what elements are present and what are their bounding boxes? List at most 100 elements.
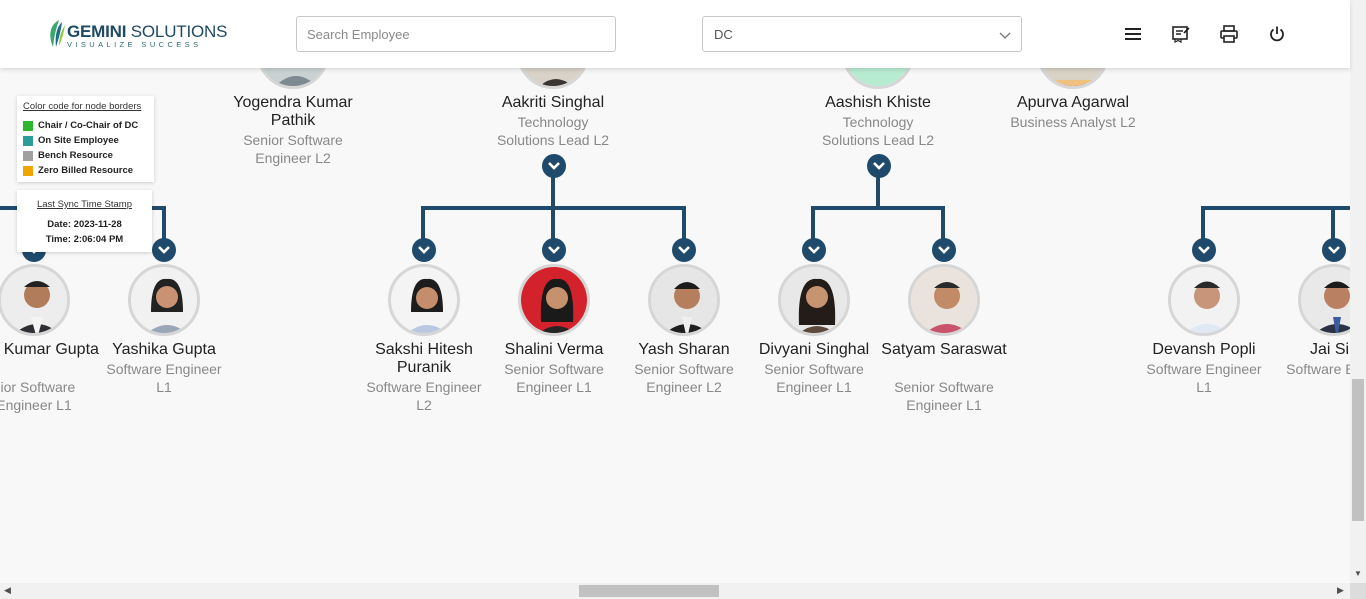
expand-toggle[interactable] <box>1192 238 1216 262</box>
chevron-down-icon <box>548 246 560 254</box>
employee-name[interactable]: Yogendra Kumar Pathik <box>228 94 358 130</box>
color-legend-panel: Color code for node borders Chair / Co-C… <box>17 96 154 182</box>
menu-icon[interactable] <box>1123 24 1143 44</box>
expand-toggle[interactable] <box>152 238 176 262</box>
employee-name[interactable]: Shalini Verma <box>489 341 619 359</box>
print-icon[interactable] <box>1219 24 1239 44</box>
chevron-down-icon <box>1198 246 1210 254</box>
legend-label: Chair / Co-Chair of DC <box>38 120 139 131</box>
employee-role: Senior Software Engineer L1 <box>504 361 604 395</box>
employee-name[interactable]: Devansh Popli <box>1139 341 1269 359</box>
person-photo <box>845 68 911 86</box>
vertical-scrollbar[interactable]: ▼ <box>1350 0 1366 583</box>
top-header: GEMINI SOLUTIONS VISUALIZE SUCCESS DC <box>0 0 1350 68</box>
leaf-logo-icon <box>50 20 65 47</box>
person-photo <box>1171 267 1237 333</box>
expand-toggle[interactable] <box>542 238 566 262</box>
power-icon[interactable] <box>1267 24 1287 44</box>
legend-label: Zero Billed Resource <box>38 165 134 176</box>
employee-name[interactable]: Jai Sin <box>1269 341 1350 359</box>
employee-avatar[interactable] <box>1168 264 1240 336</box>
person-photo <box>260 68 326 86</box>
connector-line <box>551 176 555 208</box>
employee-avatar[interactable] <box>0 264 70 336</box>
person-photo <box>520 68 586 86</box>
employee-avatar[interactable] <box>128 264 200 336</box>
collapse-toggle[interactable] <box>542 154 566 178</box>
vertical-scroll-thumb[interactable] <box>1352 379 1364 521</box>
org-chart-canvas[interactable]: Yogendra Kumar Pathik Senior Software En… <box>0 68 1350 583</box>
employee-role: Software Engineer L1 <box>1146 361 1262 395</box>
employee-role: nior Software Engineer L1 <box>0 379 76 413</box>
person-photo <box>131 267 197 333</box>
chevron-down-icon <box>808 246 820 254</box>
horizontal-scrollbar[interactable]: ◀ ▶ <box>0 583 1350 599</box>
sync-timestamp-panel: Last Sync Time Stamp Date: 2023-11-28 Ti… <box>17 190 152 252</box>
chevron-down-icon <box>873 162 885 170</box>
employee-role: Business Analyst L2 <box>1010 114 1136 130</box>
person-photo <box>391 267 457 333</box>
employee-role: Software En L1 <box>1286 361 1350 377</box>
expand-toggle[interactable] <box>1322 238 1346 262</box>
employee-avatar[interactable] <box>908 264 980 336</box>
employee-avatar[interactable] <box>1298 264 1350 336</box>
employee-avatar[interactable] <box>257 68 329 89</box>
expand-toggle[interactable] <box>412 238 436 262</box>
person-photo <box>651 267 717 333</box>
employee-role: Technology Solutions Lead L2 <box>821 114 935 148</box>
chevron-down-icon <box>548 162 560 170</box>
scroll-right-arrow-icon[interactable]: ▶ <box>1337 585 1344 596</box>
legend-swatch <box>23 121 33 131</box>
expand-toggle[interactable] <box>932 238 956 262</box>
employee-name[interactable]: Aakriti Singhal <box>488 94 618 112</box>
employee-name[interactable]: Sakshi Hitesh Puranik <box>359 341 489 377</box>
legend-label: Bench Resource <box>38 150 113 161</box>
search-employee-input[interactable] <box>296 16 616 52</box>
sync-time: Time: 2:06:04 PM <box>45 234 124 245</box>
legend-label: On Site Employee <box>38 135 119 146</box>
certificate-icon[interactable] <box>1171 24 1191 44</box>
legend-swatch <box>23 166 33 176</box>
employee-avatar[interactable] <box>842 68 914 89</box>
employee-role: Software Engineer L2 <box>366 379 482 413</box>
collapse-toggle[interactable] <box>867 154 891 178</box>
department-dropdown[interactable]: DC <box>702 16 1022 52</box>
sync-title: Last Sync Time Stamp <box>36 199 133 210</box>
employee-name[interactable]: Satyam Saraswat <box>879 341 1009 359</box>
employee-avatar[interactable] <box>518 264 590 336</box>
scroll-down-arrow-icon[interactable]: ▼ <box>1354 569 1362 578</box>
employee-avatar[interactable] <box>388 264 460 336</box>
employee-avatar[interactable] <box>517 68 589 89</box>
chevron-down-icon <box>678 246 690 254</box>
employee-role: Software Engineer L1 <box>106 361 222 395</box>
horizontal-scroll-thumb[interactable] <box>579 585 719 597</box>
employee-name[interactable]: hani Kumar Gupta <box>0 341 99 359</box>
chevron-down-icon <box>938 246 950 254</box>
scroll-left-arrow-icon[interactable]: ◀ <box>4 585 11 596</box>
expand-toggle[interactable] <box>672 238 696 262</box>
connector-line <box>1201 206 1350 210</box>
logo-tagline: VISUALIZE SUCCESS <box>67 40 202 49</box>
company-logo[interactable]: GEMINI SOLUTIONS VISUALIZE SUCCESS <box>47 17 227 51</box>
employee-name[interactable]: Apurva Agarwal <box>1008 94 1138 112</box>
employee-avatar[interactable] <box>648 264 720 336</box>
employee-role: Technology Solutions Lead L2 <box>496 114 610 148</box>
employee-avatar[interactable] <box>1037 68 1109 89</box>
person-photo <box>1 267 67 333</box>
employee-name[interactable]: Aashish Khiste <box>813 94 943 112</box>
employee-name[interactable]: Yash Sharan <box>619 341 749 359</box>
employee-name[interactable]: Yashika Gupta <box>99 341 229 359</box>
person-photo <box>1040 68 1106 86</box>
legend-title: Color code for node borders <box>23 101 142 112</box>
expand-toggle[interactable] <box>802 238 826 262</box>
person-photo <box>781 267 847 333</box>
employee-name[interactable]: Divyani Singhal <box>749 341 879 359</box>
person-photo <box>911 267 977 333</box>
connector-line <box>876 176 880 208</box>
connector-line <box>811 206 945 210</box>
chevron-down-icon <box>1328 246 1340 254</box>
chevron-down-icon <box>999 32 1011 39</box>
person-photo <box>521 267 587 333</box>
employee-avatar[interactable] <box>778 264 850 336</box>
sync-date: Date: 2023-11-28 <box>47 219 122 230</box>
